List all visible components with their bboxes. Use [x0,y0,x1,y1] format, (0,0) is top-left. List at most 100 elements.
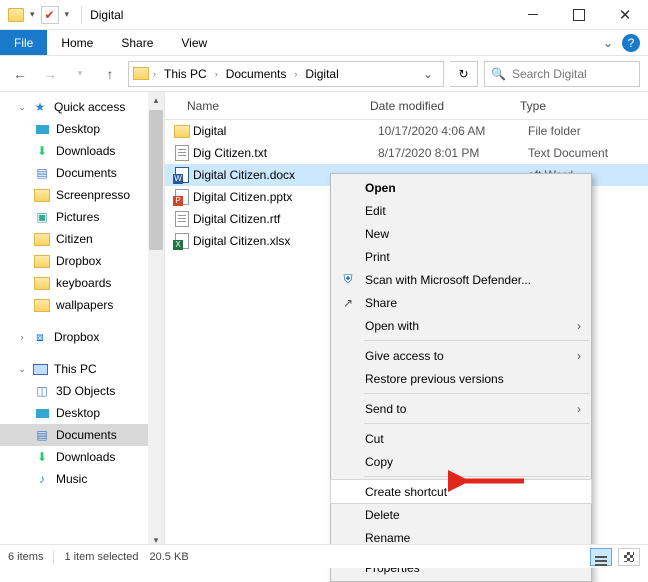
sidebar-item-desktop-pc[interactable]: Desktop [0,402,164,424]
shield-icon: ⛨ [339,272,357,287]
maximize-button[interactable] [556,0,602,30]
help-icon[interactable]: ? [622,34,640,52]
close-button[interactable]: ✕ [602,0,648,30]
menu-item-new[interactable]: New [331,222,591,245]
title-bar: ▾ ✔ ▾ Digital ✕ [0,0,648,30]
chevron-down-icon[interactable]: ▾ [61,9,74,20]
sidebar-this-pc[interactable]: ⌄This PC [0,358,164,380]
context-menu: Open EditNew Print ⛨ Scan with Microsoft Def… [330,173,592,582]
file-row[interactable]: Digital10/17/2020 4:06 AMFile folder [165,120,648,142]
menu-label: Create shortcut [365,485,447,499]
address-dropdown-icon[interactable]: ⌄ [417,67,439,81]
address-bar[interactable]: › This PC › Documents › Digital ⌄ [128,61,444,87]
details-view-button[interactable] [590,548,612,566]
qat-properties-button[interactable]: ✔ [41,6,59,24]
tab-home[interactable]: Home [47,30,107,55]
menu-label: Print [365,250,390,264]
sidebar-item-desktop[interactable]: Desktop📌 [0,118,164,140]
search-icon: 🔍 [491,67,506,81]
chevron-right-icon: › [577,349,581,363]
tab-view[interactable]: View [167,30,221,55]
menu-item-open-with[interactable]: Open with› [331,314,591,337]
file-icon [175,189,189,205]
sidebar-quick-access[interactable]: ⌄★Quick access [0,96,164,118]
file-date: 8/17/2020 8:01 PM [378,146,528,160]
breadcrumb[interactable]: This PC [160,67,211,81]
menu-item-edit[interactable]: Edit [331,199,591,222]
sidebar-item-pictures[interactable]: ▣Pictures📌 [0,206,164,228]
menu-item-print[interactable]: Print [331,245,591,268]
ribbon-tabs: File Home Share View ⌄ ? [0,30,648,56]
up-button[interactable]: ↑ [98,62,122,86]
sidebar-item-dropbox-folder[interactable]: Dropbox [0,250,164,272]
sidebar-item-downloads[interactable]: ⬇Downloads📌 [0,140,164,162]
menu-label: Cut [365,432,384,446]
menu-label: Copy [365,455,393,469]
menu-label: Rename [365,531,410,545]
sidebar-item-wallpapers[interactable]: wallpapers [0,294,164,316]
scroll-up-icon[interactable]: ▴ [154,92,159,108]
menu-item-create-shortcut[interactable]: Create shortcut [331,480,591,503]
menu-label: Send to [365,402,406,416]
menu-item-share[interactable]: ↗Share [331,291,591,314]
address-bar-row: ← → ▾ ↑ › This PC › Documents › Digital … [0,56,648,92]
recent-locations-button[interactable]: ▾ [68,62,92,86]
sidebar-item-citizen[interactable]: Citizen [0,228,164,250]
breadcrumb[interactable]: Documents [222,67,291,81]
chevron-right-icon[interactable]: › [151,69,158,79]
menu-item-scan-with-microsoft-defender-[interactable]: ⛨ Scan with Microsoft Defender... [331,268,591,291]
window-title: Digital [90,8,123,22]
menu-item-give-access-to[interactable]: Give access to › [331,344,591,367]
menu-item-open[interactable]: Open [331,176,591,199]
menu-label: Scan with Microsoft Defender... [365,273,531,287]
status-item-count: 6 items [8,551,43,563]
sidebar-item-keyboards[interactable]: keyboards [0,272,164,294]
ribbon-collapse-icon[interactable]: ⌄ [594,30,622,55]
menu-label: Delete [365,508,400,522]
menu-item-delete[interactable]: Delete [331,503,591,526]
search-placeholder: Search Digital [512,67,587,81]
chevron-down-icon[interactable]: ▾ [26,9,39,20]
menu-label: Open [365,181,396,195]
tab-share[interactable]: Share [107,30,167,55]
sidebar-item-music[interactable]: ♪Music [0,468,164,490]
sidebar-item-documents-pc[interactable]: ▤Documents [0,424,164,446]
back-button[interactable]: ← [8,62,32,86]
tab-file[interactable]: File [0,30,47,55]
sidebar-item-documents[interactable]: ▤Documents📌 [0,162,164,184]
minimize-button[interactable] [510,0,556,30]
menu-label: Give access to [365,349,444,363]
sidebar-item-3d-objects[interactable]: ◫3D Objects [0,380,164,402]
sidebar-dropbox[interactable]: ›⧈Dropbox [0,326,164,348]
column-type[interactable]: Type [520,99,648,113]
menu-item-cut[interactable]: Cut [331,427,591,450]
navigation-pane: ⌄★Quick access Desktop📌 ⬇Downloads📌 ▤Doc… [0,92,165,548]
menu-item-send-to[interactable]: Send to› [331,397,591,420]
large-icons-view-button[interactable] [618,548,640,566]
share-icon: ↗ [339,296,357,310]
folder-icon [133,67,149,80]
scroll-thumb[interactable] [149,110,163,250]
sidebar-item-screenpresso[interactable]: Screenpresso📌 [0,184,164,206]
file-icon [175,211,189,227]
menu-label: Restore previous versions [365,372,504,386]
menu-item-restore-previous-versions[interactable]: Restore previous versions [331,367,591,390]
chevron-right-icon[interactable]: › [213,69,220,79]
file-icon [175,145,189,161]
folder-icon [174,125,190,138]
menu-item-copy[interactable]: Copy [331,450,591,473]
column-name[interactable]: Name [165,99,370,113]
file-name: Dig Citizen.txt [191,146,378,160]
column-date[interactable]: Date modified [370,99,520,113]
column-headers[interactable]: Name Date modified Type [165,92,648,120]
chevron-right-icon: › [577,319,581,333]
status-selected: 1 item selected [64,551,138,563]
sidebar-scrollbar[interactable]: ▴ ▾ [148,92,164,548]
refresh-button[interactable]: ↻ [450,61,478,87]
search-input[interactable]: 🔍 Search Digital [484,61,640,87]
forward-button[interactable]: → [38,62,62,86]
chevron-right-icon[interactable]: › [292,69,299,79]
breadcrumb[interactable]: Digital [301,67,342,81]
sidebar-item-downloads-pc[interactable]: ⬇Downloads [0,446,164,468]
file-row[interactable]: Dig Citizen.txt8/17/2020 8:01 PMText Doc… [165,142,648,164]
